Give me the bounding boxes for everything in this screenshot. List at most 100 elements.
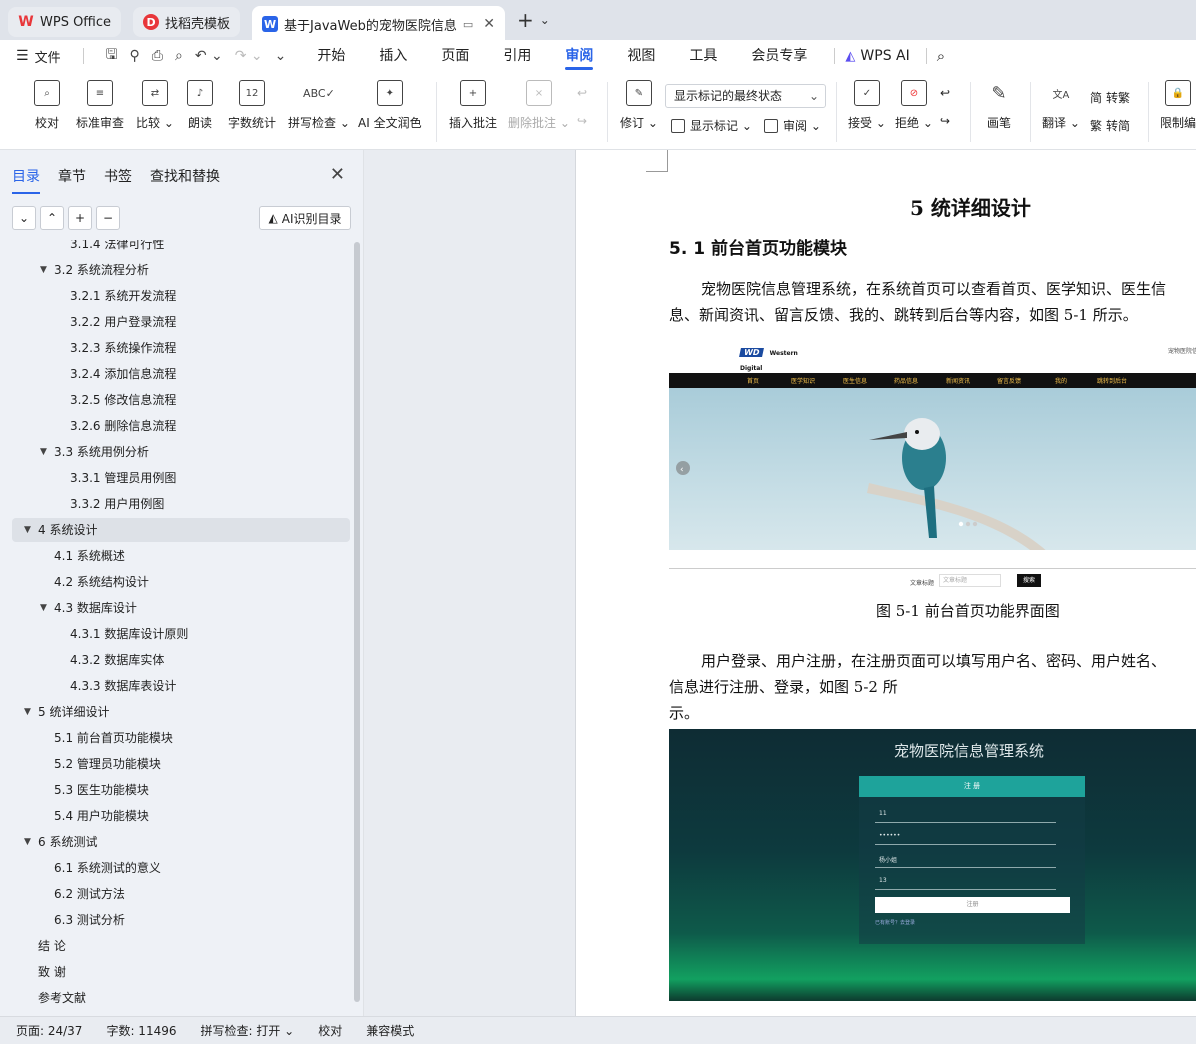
expand-arrow-icon[interactable]: ▼	[40, 258, 47, 282]
page-indicator[interactable]: 页面: 24/37	[16, 1022, 82, 1039]
toc-item[interactable]: 3.2.4 添加信息流程	[12, 362, 350, 386]
close-icon[interactable]: ✕	[330, 164, 345, 185]
toc-item[interactable]: 结 论	[12, 934, 350, 958]
expand-arrow-icon[interactable]: ▼	[24, 830, 31, 854]
tab-wps-office[interactable]: W WPS Office	[8, 7, 122, 37]
revise-button[interactable]: ✎ 修订 ⌄	[620, 80, 658, 131]
close-icon[interactable]: ✕	[483, 16, 495, 32]
tab-docer[interactable]: D 找稻壳模板	[133, 7, 241, 37]
new-tab-icon[interactable]: +	[517, 8, 534, 32]
spell-check-button[interactable]: ABC✓ 拼写检查 ⌄	[288, 80, 350, 131]
delete-comment-button[interactable]: × 删除批注 ⌄	[508, 80, 570, 131]
toc-item[interactable]: 3.2.3 系统操作流程	[12, 336, 350, 360]
pen-button[interactable]: ✎ 画笔	[986, 80, 1012, 131]
prev-change-icon[interactable]: ↩	[940, 86, 950, 100]
expand-down-icon[interactable]: ⌄	[12, 206, 36, 230]
toc-item[interactable]: 致 谢	[12, 960, 350, 984]
proofread-button[interactable]: ⌕ 校对	[34, 80, 60, 131]
translate-button[interactable]: 文A 翻译 ⌄	[1042, 80, 1080, 131]
screen-icon[interactable]: ▭	[463, 18, 473, 31]
print-icon[interactable]: ⎙	[152, 48, 163, 64]
toc-item[interactable]: 6.2 测试方法	[12, 882, 350, 906]
expand-arrow-icon[interactable]: ▼	[40, 440, 47, 464]
word-count[interactable]: 字数: 11496	[106, 1022, 176, 1039]
ai-toc-button[interactable]: ◭ AI识别目录	[259, 206, 351, 230]
tab-page[interactable]: 页面	[424, 40, 486, 72]
save-icon[interactable]: 🖫	[106, 44, 118, 68]
scrollbar-thumb[interactable]	[354, 242, 360, 1002]
next-change-icon[interactable]: ↪	[940, 114, 950, 128]
read-aloud-button[interactable]: ♪ 朗读	[187, 80, 213, 131]
toc-item[interactable]: 4.3.2 数据库实体	[12, 648, 350, 672]
proofread-status[interactable]: 校对	[318, 1022, 342, 1039]
to-simplified-button[interactable]: 繁 转简	[1090, 117, 1130, 134]
toc-item[interactable]: ▼ 5 统详细设计	[12, 700, 350, 724]
review-pane-button[interactable]: 审阅 ⌄	[764, 117, 821, 134]
reject-button[interactable]: ⊘ 拒绝 ⌄	[895, 80, 933, 131]
share-icon[interactable]: ⚲	[130, 48, 140, 64]
toc-item[interactable]: ▼ 3.3 系统用例分析	[12, 440, 350, 464]
tab-review[interactable]: 审阅	[548, 40, 610, 72]
file-menu[interactable]: 文件	[35, 47, 61, 66]
toc-item[interactable]: 5.3 医生功能模块	[12, 778, 350, 802]
tab-reference[interactable]: 引用	[486, 40, 548, 72]
more-icon[interactable]: ⌄	[275, 48, 287, 64]
chevron-down-icon[interactable]: ⌄	[540, 13, 550, 27]
toc-item[interactable]: ▼ 4.3 数据库设计	[12, 596, 350, 620]
print-preview-icon[interactable]: ⌕	[175, 48, 183, 64]
tab-bookmarks[interactable]: 书签	[104, 166, 132, 186]
add-icon[interactable]: +	[68, 206, 92, 230]
standard-review-button[interactable]: ≡ 标准审查	[76, 80, 124, 131]
ai-polish-button[interactable]: ✦ AI 全文润色	[358, 80, 422, 131]
tab-find-replace[interactable]: 查找和替换	[150, 166, 220, 186]
next-comment-icon[interactable]: ↪	[577, 114, 587, 128]
toc-item[interactable]: 4.2 系统结构设计	[12, 570, 350, 594]
tab-tools[interactable]: 工具	[672, 40, 734, 72]
toc-item[interactable]: 3.1.4 法律可行性	[12, 240, 350, 256]
toc-item[interactable]: 3.2.6 删除信息流程	[12, 414, 350, 438]
spell-check-status[interactable]: 拼写检查: 打开 ⌄	[201, 1022, 295, 1039]
undo-icon[interactable]: ↶ ⌄	[195, 48, 223, 64]
toc-item[interactable]: 4.3.3 数据库表设计	[12, 674, 350, 698]
accept-button[interactable]: ✓ 接受 ⌄	[848, 80, 886, 131]
collapse-up-icon[interactable]: ⌃	[40, 206, 64, 230]
toc-item[interactable]: 6.1 系统测试的意义	[12, 856, 350, 880]
compare-button[interactable]: ⇄ 比较 ⌄	[136, 80, 174, 131]
toc-item[interactable]: 3.3.2 用户用例图	[12, 492, 350, 516]
word-count-button[interactable]: 12 字数统计	[228, 80, 276, 131]
prev-comment-icon[interactable]: ↩	[577, 86, 587, 100]
show-markup-button[interactable]: 显示标记 ⌄	[671, 117, 752, 134]
tab-start[interactable]: 开始	[300, 40, 362, 72]
redo-icon[interactable]: ↷ ⌄	[235, 48, 263, 64]
tab-insert[interactable]: 插入	[362, 40, 424, 72]
expand-arrow-icon[interactable]: ▼	[40, 596, 47, 620]
tab-view[interactable]: 视图	[610, 40, 672, 72]
toc-item[interactable]: 6.3 测试分析	[12, 908, 350, 932]
insert-comment-button[interactable]: + 插入批注	[449, 80, 497, 131]
tab-current-document[interactable]: W 基于JavaWeb的宠物医院信息 ▭ ✕	[252, 6, 505, 42]
toc-item[interactable]: 5.1 前台首页功能模块	[12, 726, 350, 750]
scrollbar[interactable]	[354, 240, 360, 1010]
toc-item[interactable]: ▼ 4 系统设计	[12, 518, 350, 542]
toc-item[interactable]: 5.2 管理员功能模块	[12, 752, 350, 776]
tab-toc[interactable]: 目录	[12, 166, 40, 194]
toc-item[interactable]: 4.1 系统概述	[12, 544, 350, 568]
toc-item[interactable]: 4.3.1 数据库设计原则	[12, 622, 350, 646]
to-traditional-button[interactable]: 简 转繁	[1090, 89, 1130, 106]
hamburger-icon[interactable]: ☰	[16, 48, 29, 64]
wps-ai-button[interactable]: WPS AI	[860, 48, 909, 64]
remove-icon[interactable]: −	[96, 206, 120, 230]
toc-item[interactable]: 5.4 用户功能模块	[12, 804, 350, 828]
search-icon[interactable]: ⌕	[937, 47, 945, 65]
document-page[interactable]: 5 统详细设计 5. 1 前台首页功能模块 宠物医院信息管理系统，在系统首页可以…	[575, 150, 1196, 1016]
toc-item[interactable]: ▼ 6 系统测试	[12, 830, 350, 854]
toc-item[interactable]: 3.2.5 修改信息流程	[12, 388, 350, 412]
toc-item[interactable]: 3.3.1 管理员用例图	[12, 466, 350, 490]
restrict-edit-button[interactable]: 🔒 限制编	[1160, 80, 1196, 131]
tab-member[interactable]: 会员专享	[734, 40, 824, 72]
markup-state-select[interactable]: 显示标记的最终状态 ⌄	[665, 84, 826, 108]
toc-item[interactable]: 3.2.2 用户登录流程	[12, 310, 350, 334]
toc-item[interactable]: 参考文献	[12, 986, 350, 1010]
toc-item[interactable]: ▼ 3.2 系统流程分析	[12, 258, 350, 282]
toc-item[interactable]: 3.2.1 系统开发流程	[12, 284, 350, 308]
